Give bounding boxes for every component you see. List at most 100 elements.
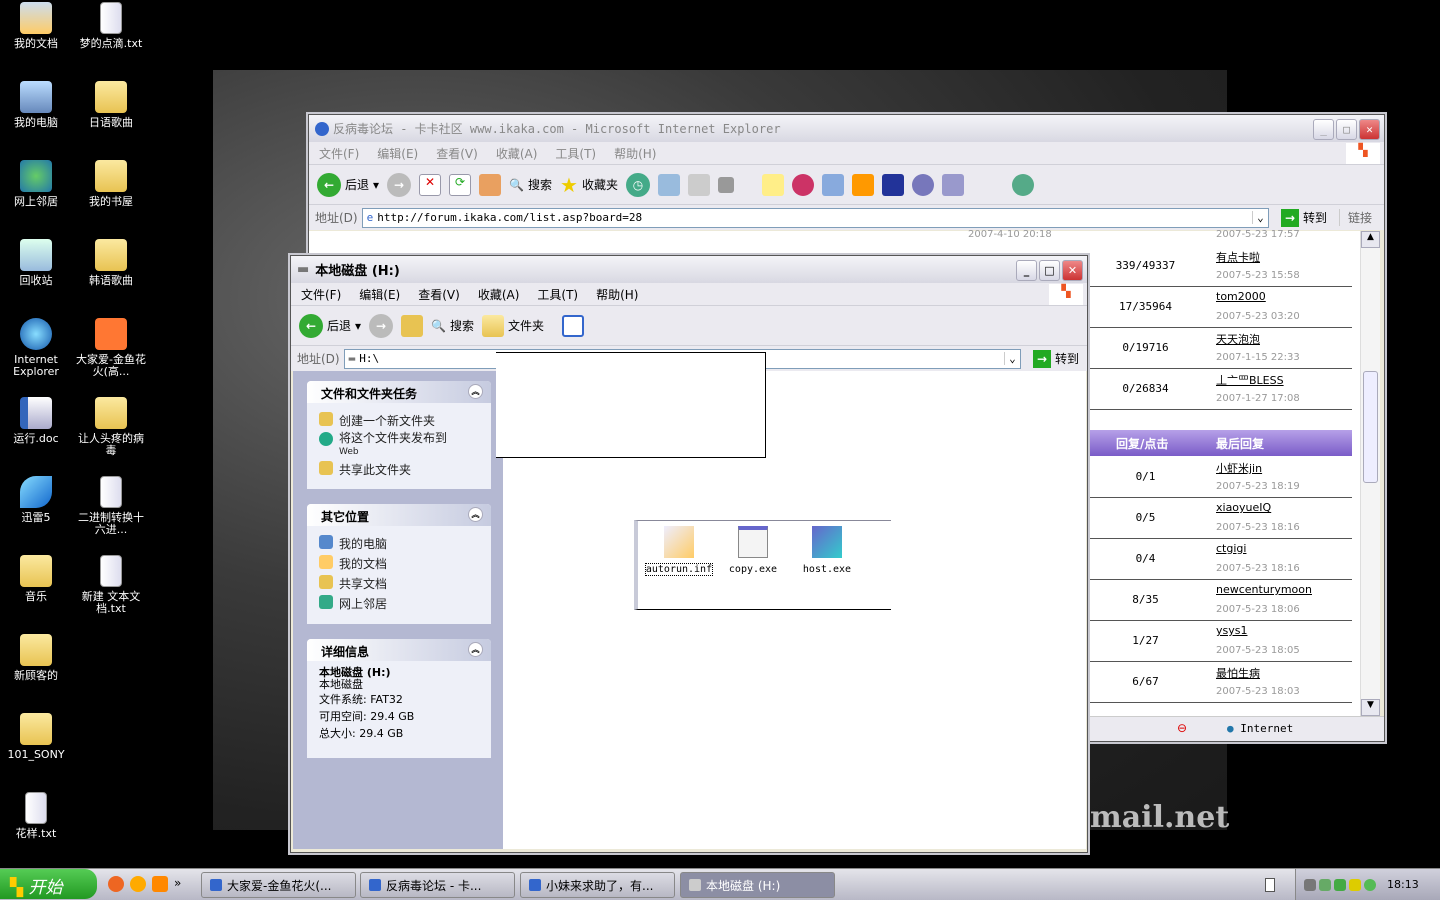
last-reply-user[interactable]: 小虾米jin [1216, 460, 1262, 476]
desktop-icon-txt[interactable]: 二进制转换十六进... [73, 476, 149, 536]
file-host-exe[interactable]: host.exe [790, 526, 864, 575]
last-reply-user[interactable]: 丄亠罒BLESS [1216, 372, 1284, 388]
links-button[interactable]: 链接 [1338, 209, 1384, 226]
update-tray-icon[interactable] [1364, 878, 1376, 891]
scroll-up-button[interactable]: ▲ [1361, 231, 1380, 248]
desktop-icon-folder[interactable]: 韩语歌曲 [73, 239, 149, 287]
desktop-icon-txt[interactable]: 梦的点滴.txt [73, 2, 149, 50]
task-share-folder[interactable]: 共享此文件夹 [319, 461, 479, 478]
last-reply-user[interactable]: tom2000 [1216, 290, 1266, 303]
menu-item[interactable]: 编辑(E) [377, 145, 418, 162]
start-button[interactable]: ▚ 开始 [0, 869, 97, 899]
antivirus-tray-icon[interactable] [1319, 878, 1331, 891]
maximize-button[interactable]: □ [1336, 119, 1357, 140]
chevron-down-icon[interactable]: ⌄ [1003, 352, 1020, 365]
search-button[interactable]: 🔍 搜索 [431, 317, 474, 334]
desktop-icon-mydocs[interactable]: 我的文档 [0, 2, 74, 50]
minimize-button[interactable]: _ [1313, 119, 1334, 140]
collapse-icon[interactable]: ︽ [468, 507, 483, 522]
menu-item[interactable]: 收藏(A) [496, 145, 538, 162]
place-link[interactable]: 网上邻居 [319, 595, 479, 612]
desktop-icon-folder[interactable]: 101_SONY [0, 713, 74, 761]
player-icon[interactable] [152, 876, 168, 892]
q-icon[interactable] [881, 173, 904, 196]
forward-button[interactable]: → [387, 172, 412, 197]
favorites-button[interactable]: ★ 收藏夹 [560, 173, 618, 197]
player-icon[interactable] [851, 173, 874, 196]
ie-title-bar[interactable]: 反病毒论坛 - 卡卡社区 www.ikaka.com - Microsoft I… [309, 115, 1384, 142]
network-tray-icon[interactable] [1304, 878, 1316, 891]
desktop-icon-thunder[interactable]: 迅雷5 [0, 476, 74, 524]
menu-item[interactable]: 文件(F) [319, 145, 359, 162]
language-bar-icon[interactable] [1265, 878, 1275, 892]
scroll-down-button[interactable]: ▼ [1361, 699, 1380, 716]
folders-button[interactable]: 文件夹 [482, 314, 544, 337]
menu-item[interactable]: 编辑(E) [359, 286, 400, 303]
menu-item[interactable]: 查看(V) [418, 286, 460, 303]
menu-item[interactable]: 文件(F) [301, 286, 341, 303]
menu-item[interactable]: 工具(T) [537, 286, 578, 303]
places-header[interactable]: 其它位置 ︽ [307, 504, 491, 526]
menu-item[interactable]: 帮助(H) [596, 286, 638, 303]
desktop-icon-mpg[interactable]: 大家爱-金鱼花火(高... [73, 318, 149, 378]
history-icon[interactable]: ◷ [625, 172, 650, 197]
stop-icon[interactable]: ✕ [419, 173, 442, 196]
taskbar-button[interactable]: 大家爱-金鱼花火(... [201, 872, 356, 898]
note-icon[interactable] [761, 173, 784, 196]
forward-button[interactable]: → [369, 313, 394, 338]
desktop-icon-network[interactable]: 网上邻居 [0, 160, 74, 208]
url-input[interactable]: e http://forum.ikaka.com/list.asp?board=2… [361, 207, 1269, 228]
last-reply-user[interactable]: 最怕生病 [1216, 665, 1260, 681]
menu-item[interactable]: 收藏(A) [478, 286, 520, 303]
task-publish-web[interactable]: 将这个文件夹发布到 Web [319, 432, 479, 458]
collapse-icon[interactable]: ︽ [468, 384, 483, 399]
up-folder-icon[interactable] [401, 314, 424, 337]
thunder-tray-icon[interactable] [1334, 878, 1346, 891]
views-icon[interactable] [562, 314, 585, 337]
desktop-icon-computer[interactable]: 我的电脑 [0, 81, 74, 129]
desktop-icon-folder[interactable]: 音乐 [0, 555, 74, 603]
last-reply-user[interactable]: ysys1 [1216, 624, 1247, 637]
clock[interactable]: 18:13 [1387, 878, 1419, 891]
search-button[interactable]: 🔍 搜索 [509, 176, 552, 193]
place-link[interactable]: 共享文档 [319, 575, 479, 592]
browser-icon[interactable] [108, 876, 124, 892]
collapse-icon[interactable]: ︽ [468, 642, 483, 657]
file-copy-exe[interactable]: copy.exe [716, 526, 790, 575]
explorer-title-bar[interactable]: ▬ 本地磁盘 (H:) _ □ ✕ [291, 256, 1087, 283]
minimize-button[interactable]: _ [1016, 260, 1037, 281]
warning-tray-icon[interactable] [1349, 878, 1361, 891]
desktop-icon-recycle[interactable]: 回收站 [0, 239, 74, 287]
menu-item[interactable]: 查看(V) [436, 145, 478, 162]
messenger-icon[interactable] [1011, 173, 1034, 196]
taskbar-button[interactable]: 小妹来求助了，有... [520, 872, 675, 898]
menu-item[interactable]: 帮助(H) [614, 145, 656, 162]
refresh-icon[interactable]: ⟳ [449, 173, 472, 196]
edit-icon[interactable] [717, 176, 734, 193]
menu-item[interactable]: 工具(T) [555, 145, 596, 162]
go-button[interactable]: → 转到 [1025, 349, 1087, 368]
file-autorun-inf[interactable]: autorun.inf [642, 526, 716, 576]
plugin-icon[interactable] [791, 173, 814, 196]
desktop-icon-folder[interactable]: 日语歌曲 [73, 81, 149, 129]
desktop-icon-txt[interactable]: 新建 文本文档.txt [73, 555, 149, 615]
scroll-thumb[interactable] [1363, 371, 1378, 483]
chevron-down-icon[interactable]: ⌄ [1251, 211, 1268, 224]
print-icon[interactable] [687, 173, 710, 196]
media-icon[interactable] [130, 876, 146, 892]
desktop-icon-folder[interactable]: 新顾客的 [0, 634, 74, 682]
ie-scrollbar[interactable]: ▲ ▼ [1360, 231, 1380, 716]
last-reply-user[interactable]: newcenturymoon [1216, 583, 1312, 596]
desktop-icon-ie[interactable]: Internet Explorer [0, 318, 74, 378]
taskbar-button[interactable]: 本地磁盘 (H:) [680, 872, 835, 898]
last-reply-user[interactable]: 天天泡泡 [1216, 331, 1260, 347]
desktop-icon-folder[interactable]: 我的书屋 [73, 160, 149, 208]
back-button[interactable]: ← 后退 ▾ [317, 172, 379, 197]
task-new-folder[interactable]: 创建一个新文件夹 [319, 412, 479, 429]
go-button[interactable]: → 转到 [1273, 208, 1335, 227]
last-reply-user[interactable]: 有点卡啦 [1216, 249, 1260, 265]
taskbar-button[interactable]: 反病毒论坛 - 卡... [360, 872, 515, 898]
desktop-icon-txt[interactable]: 花样.txt [0, 792, 74, 840]
back-button[interactable]: ← 后退 ▾ [299, 313, 361, 338]
close-button[interactable]: ✕ [1062, 260, 1083, 281]
